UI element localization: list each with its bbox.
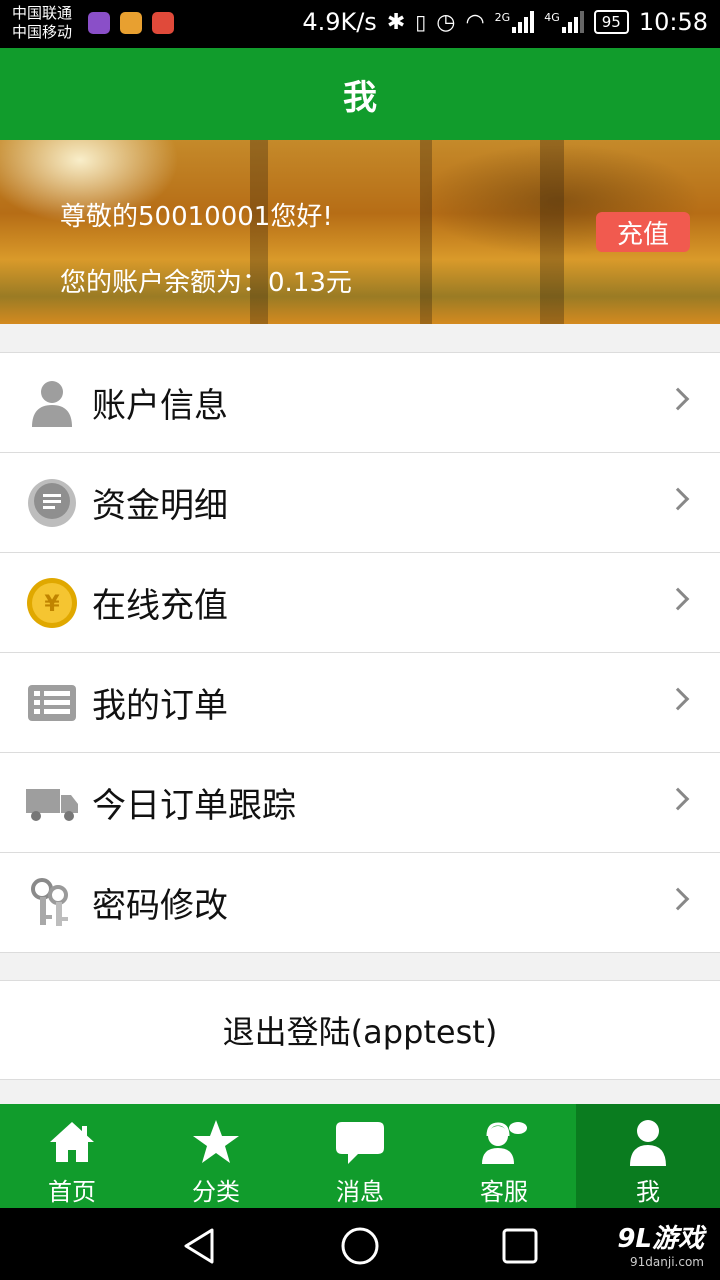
tab-customer-service[interactable]: 客服 [432, 1104, 576, 1208]
tab-label: 首页 [48, 1178, 96, 1206]
message-icon [336, 1122, 384, 1164]
account-menu: 账户信息 资金明细 ¥ 在线充值 我的订单 今日订单跟踪 密码修改 [0, 352, 720, 953]
menu-item-label: 我的订单 [92, 686, 228, 726]
truck-icon [26, 789, 78, 821]
carrier-info: 中国联通 中国移动 [12, 4, 72, 42]
list-icon [28, 685, 76, 721]
chevron-right-icon [666, 587, 690, 611]
system-nav-bar: 9L游戏 91danji.com [0, 1208, 720, 1280]
bluetooth-icon: ✱ [386, 9, 406, 35]
chevron-right-icon [666, 387, 690, 411]
watermark: 9L游戏 91danji.com [617, 1218, 704, 1269]
watermark-site: 91danji.com [630, 1255, 704, 1269]
home-icon [50, 1122, 94, 1162]
wifi-icon: ◠ [465, 9, 485, 35]
menu-item-online-recharge[interactable]: ¥ 在线充值 [0, 553, 720, 653]
recharge-button[interactable]: 充值 [596, 212, 690, 252]
hand-notification-icon [120, 12, 142, 34]
back-icon[interactable] [180, 1226, 220, 1266]
carrier-1: 中国联通 [12, 4, 73, 22]
app-notification-icon [152, 12, 174, 34]
signal-4g-label: 4G [544, 11, 560, 24]
title-bar: 我 [0, 48, 720, 140]
menu-item-label: 账户信息 [92, 386, 228, 426]
tab-home[interactable]: 首页 [0, 1104, 144, 1208]
balance-text: 您的账户余额为：0.13元 [60, 268, 352, 298]
chevron-right-icon [666, 487, 690, 511]
status-bar: 中国联通 中国移动 4.9K/s ✱ ▯ ◷ ◠ 2G 4G 95 10:58 [0, 0, 720, 48]
tab-me[interactable]: 我 [576, 1104, 720, 1208]
tab-category[interactable]: 分类 [144, 1104, 288, 1208]
carrier-2: 中国移动 [12, 23, 73, 41]
menu-item-label: 密码修改 [92, 886, 228, 926]
keys-icon [31, 878, 68, 926]
svg-text:¥: ¥ [44, 592, 60, 617]
vibrate-icon: ▯ [415, 10, 427, 34]
page-title: 我 [343, 77, 377, 118]
signal-4g-icon: 4G [544, 11, 584, 33]
menu-item-fund-details[interactable]: 资金明细 [0, 453, 720, 553]
net-speed: 4.9K/s [302, 8, 377, 36]
recents-icon[interactable] [500, 1226, 540, 1266]
banner-tree-decoration [540, 140, 564, 324]
alarm-icon: ◷ [436, 9, 456, 35]
tab-label: 分类 [192, 1178, 240, 1206]
chevron-right-icon [666, 887, 690, 911]
menu-item-change-password[interactable]: 密码修改 [0, 853, 720, 953]
banner-tree-decoration [420, 140, 432, 324]
logout-button[interactable]: 退出登陆(apptest) [0, 980, 720, 1080]
clock: 10:58 [638, 8, 708, 36]
yen-coin-icon: ¥ [27, 578, 77, 628]
signal-2g-icon: 2G [495, 11, 535, 33]
menu-item-label: 资金明细 [92, 486, 228, 526]
customer-service-icon [482, 1122, 527, 1164]
chevron-right-icon [666, 687, 690, 711]
gallery-notification-icon [88, 12, 110, 34]
notification-icons [88, 12, 174, 34]
bottom-tab-bar: 首页 分类 消息 客服 我 [0, 1104, 720, 1208]
star-icon [193, 1120, 239, 1163]
greeting-text: 尊敬的50010001您好! [60, 202, 333, 232]
battery-icon: 95 [593, 10, 629, 34]
menu-item-label: 在线充值 [92, 586, 228, 626]
chevron-right-icon [666, 787, 690, 811]
menu-item-my-orders[interactable]: 我的订单 [0, 653, 720, 753]
menu-item-order-tracking[interactable]: 今日订单跟踪 [0, 753, 720, 853]
home-nav-icon[interactable] [340, 1226, 380, 1266]
person-icon [630, 1120, 666, 1166]
tab-label: 我 [636, 1178, 660, 1206]
watermark-logo: 9L游戏 [617, 1224, 704, 1254]
menu-item-account-info[interactable]: 账户信息 [0, 353, 720, 453]
chat-list-icon [28, 479, 76, 527]
tab-label: 客服 [480, 1178, 528, 1206]
status-right: 4.9K/s ✱ ▯ ◷ ◠ 2G 4G 95 10:58 [302, 8, 708, 36]
tab-messages[interactable]: 消息 [288, 1104, 432, 1208]
user-icon [32, 381, 72, 427]
tab-label: 消息 [336, 1178, 384, 1206]
menu-item-label: 今日订单跟踪 [92, 786, 296, 826]
signal-2g-label: 2G [494, 11, 511, 24]
